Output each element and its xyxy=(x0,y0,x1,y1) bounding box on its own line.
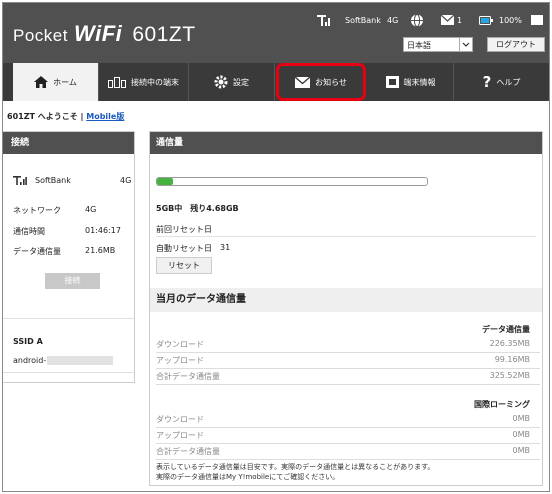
network-type: 4G xyxy=(387,16,399,25)
carrier-label: SoftBank xyxy=(345,16,381,25)
table-row: ダウンロード 0MB xyxy=(156,411,540,428)
roaming-globe-icon xyxy=(409,14,425,29)
tab-connected-devices[interactable]: 接続中の端末 xyxy=(99,63,189,101)
tab-label: ホーム xyxy=(53,77,77,87)
usage-summary: 5GB中 残り4.68GB xyxy=(156,204,239,213)
table-row: 合計データ通信量 325.52MB xyxy=(156,368,540,385)
roaming-header: 国際ローミング xyxy=(474,400,530,409)
mail-status-icon xyxy=(440,14,455,27)
connection-title: 接続 xyxy=(3,132,134,154)
row-label: アップロード xyxy=(156,431,204,440)
tab-label: 接続中の端末 xyxy=(131,77,179,87)
divider xyxy=(3,372,134,373)
battery-icon xyxy=(479,16,493,27)
status-bar: SoftBank 4G 1 100% xyxy=(315,14,545,29)
tab-label: お知らせ xyxy=(315,77,347,87)
signal-icon xyxy=(317,15,331,28)
tab-home[interactable]: ホーム xyxy=(13,63,99,101)
data-usage-value: 21.6MB xyxy=(85,246,116,255)
network-value: 4G xyxy=(85,205,97,214)
chevron-down-icon xyxy=(459,38,472,51)
row-value: 0MB xyxy=(512,446,530,455)
tab-settings[interactable]: 設定 xyxy=(189,63,275,101)
data-usage-table: データ通信量 ダウンロード 226.35MB アップロード 99.16MB 合計… xyxy=(156,322,540,392)
info-icon xyxy=(385,76,399,88)
signal-small-icon xyxy=(13,176,27,187)
battery-level: 100% xyxy=(499,16,522,25)
devices-icon xyxy=(108,76,126,88)
mail-count: 1 xyxy=(457,16,463,25)
row-label: 合計データ通信量 xyxy=(156,372,220,381)
carrier-name: SoftBank xyxy=(35,176,71,185)
wifi-status-icon xyxy=(531,15,543,27)
ssid-value: android- xyxy=(13,356,47,365)
help-icon: ? xyxy=(482,73,492,91)
usage-progress-fill xyxy=(157,178,174,185)
network-label: ネットワーク xyxy=(13,206,61,215)
usage-note-2: 実際のデータ通信量はMy Y!mobileにてご確認ください。 xyxy=(156,473,340,481)
ssid-redaction xyxy=(47,356,113,365)
connection-panel: 接続 SoftBank 4G ネットワーク 4G 通信時間 01:46:17 デ… xyxy=(3,131,135,383)
language-select[interactable]: 日本語 xyxy=(403,37,473,52)
row-value: 0MB xyxy=(512,414,530,423)
row-value: 226.35MB xyxy=(489,339,530,348)
header-bar: Pocket WiFi 601ZT SoftBank 4G 1 100% 日本語… xyxy=(3,3,549,63)
usage-note-1: 表示しているデータ通信量は目安です。実際のデータ通信量とは異なることがあります。 xyxy=(156,463,435,471)
table-row: アップロード 0MB xyxy=(156,427,540,444)
monthly-usage-title: 当月のデータ通信量 xyxy=(150,288,542,312)
logout-button[interactable]: ログアウト xyxy=(487,37,545,52)
table-row: アップロード 99.16MB xyxy=(156,352,540,369)
auto-reset-value: 31 xyxy=(220,243,231,252)
duration-label: 通信時間 xyxy=(13,227,45,236)
tab-label: 設定 xyxy=(233,77,249,87)
table-row: ダウンロード 226.35MB xyxy=(156,336,540,353)
row-value: 99.16MB xyxy=(494,355,530,364)
ssid-label: SSID A xyxy=(13,337,43,346)
auto-reset-label: 自動リセット日 xyxy=(156,244,212,253)
tab-label: ヘルプ xyxy=(496,77,521,87)
row-label: ダウンロード xyxy=(156,340,204,349)
tab-device-info[interactable]: 端末情報 xyxy=(368,63,454,101)
row-label: 合計データ通信量 xyxy=(156,447,220,456)
tab-help[interactable]: ? ヘルプ xyxy=(454,63,549,101)
duration-value: 01:46:17 xyxy=(85,226,121,235)
data-usage-label: データ通信量 xyxy=(13,247,61,256)
row-value: 0MB xyxy=(512,430,530,439)
table-row: 合計データ通信量 0MB xyxy=(156,443,540,460)
row-label: アップロード xyxy=(156,356,204,365)
carrier-network: 4G xyxy=(120,176,132,185)
pocket-wifi-logo: Pocket WiFi 601ZT xyxy=(13,21,196,46)
usage-title: 通信量 xyxy=(150,132,542,154)
last-reset-label: 前回リセット日 xyxy=(156,225,212,234)
roaming-table: 国際ローミング ダウンロード 0MB アップロード 0MB 合計データ通信量 0… xyxy=(156,397,540,467)
row-value: 325.52MB xyxy=(489,371,530,380)
divider xyxy=(3,318,134,319)
welcome-text: 601ZT へようこそ | xyxy=(7,112,84,121)
mobile-version-link[interactable]: Mobile版 xyxy=(86,112,124,121)
main-nav: ホーム 接続中の端末 設定 お知らせ 端末情報 ? ヘルプ xyxy=(3,63,549,101)
row-label: ダウンロード xyxy=(156,415,204,424)
usage-progress-bar xyxy=(156,177,428,186)
tab-notifications[interactable]: お知らせ xyxy=(276,63,366,101)
welcome-line: 601ZT へようこそ | Mobile版 xyxy=(7,111,124,122)
tab-label: 端末情報 xyxy=(403,77,436,87)
gear-icon xyxy=(214,75,228,89)
mail-icon xyxy=(295,76,311,88)
divider xyxy=(156,236,536,237)
connect-button[interactable]: 接続 xyxy=(45,273,100,289)
data-usage-header: データ通信量 xyxy=(482,325,530,334)
usage-panel: 通信量 5GB中 残り4.68GB 前回リセット日 自動リセット日 31 リセッ… xyxy=(149,131,543,486)
reset-button[interactable]: リセット xyxy=(156,257,212,274)
browser-frame: Pocket WiFi 601ZT SoftBank 4G 1 100% 日本語… xyxy=(2,2,550,492)
home-icon xyxy=(34,76,49,88)
